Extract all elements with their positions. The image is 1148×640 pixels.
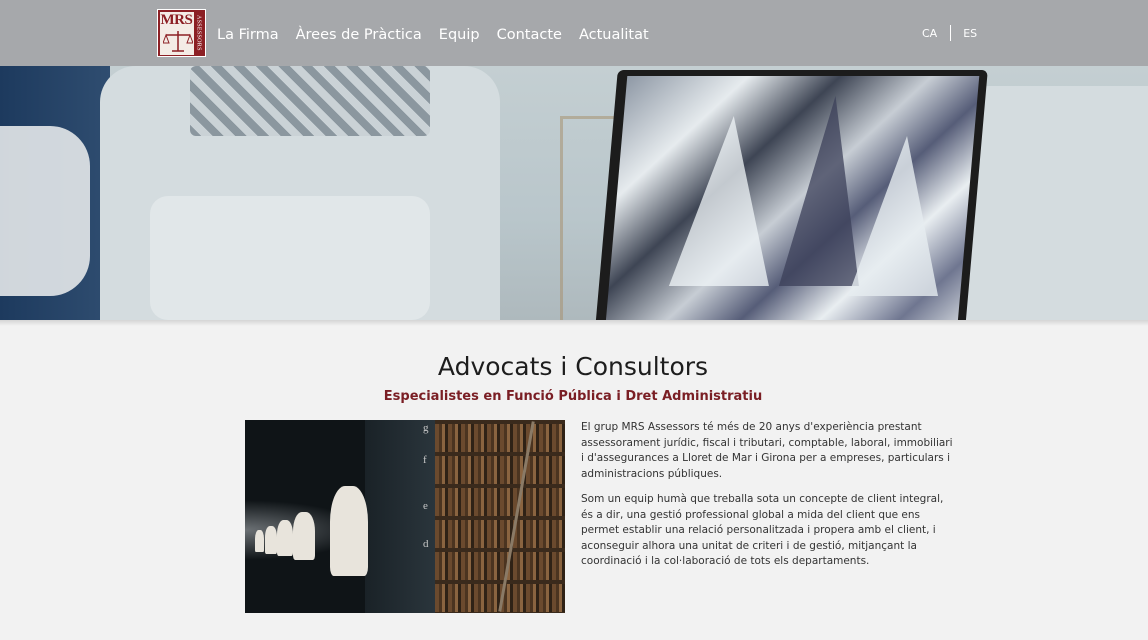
photo-bust	[293, 512, 315, 560]
logo-emblem: MRS ASSESSORS	[159, 11, 204, 55]
hero-laptop	[594, 70, 988, 320]
logo-text: MRS	[160, 11, 193, 28]
logo[interactable]: MRS ASSESSORS	[157, 9, 206, 57]
shelf-letter: f	[423, 454, 427, 466]
nav-equip[interactable]: Equip	[439, 27, 480, 43]
lang-es[interactable]: ES	[963, 27, 977, 40]
photo-shelf-letters: g f e d	[421, 420, 435, 613]
intro-paragraph: El grup MRS Assessors té més de 20 anys …	[581, 421, 953, 480]
language-switcher: CA ES	[922, 25, 977, 41]
hero-shadow	[0, 320, 1148, 326]
photo-bookshelves	[435, 420, 565, 613]
hero-bg-throw	[0, 126, 90, 296]
shelf-letter: e	[423, 500, 428, 512]
logo-side-text: ASSESSORS	[193, 11, 204, 55]
hero-crystal	[848, 136, 953, 296]
nav-la-firma[interactable]: La Firma	[217, 27, 279, 43]
page-title: Advocats i Consultors	[437, 352, 709, 381]
photo-bust	[330, 486, 368, 576]
photo-bust	[255, 530, 264, 552]
hero-slider	[0, 66, 1148, 320]
shelf-letter: g	[423, 422, 429, 434]
lang-ca[interactable]: CA	[922, 27, 937, 40]
nav-contacte[interactable]: Contacte	[497, 27, 562, 43]
photo-bust	[277, 520, 293, 556]
photo-bust	[265, 526, 277, 554]
scale-icon	[162, 30, 193, 52]
library-photo: g f e d	[245, 420, 565, 613]
nav-actualitat[interactable]: Actualitat	[579, 27, 649, 43]
hero-bg-cushion	[190, 66, 430, 136]
hero-bg-sofa-seat	[150, 196, 430, 320]
page-subtitle: Especialistes en Funció Pública i Dret A…	[383, 389, 763, 404]
shelf-letter: d	[423, 538, 429, 550]
lang-divider	[950, 25, 952, 41]
hero-laptop-screen	[604, 76, 980, 320]
main-nav: La Firma Àrees de Pràctica Equip Contact…	[217, 27, 649, 43]
intro-text: El grup MRS Assessors té més de 20 anys …	[581, 420, 953, 580]
hero-bg-armchair	[960, 86, 1148, 320]
site-header: MRS ASSESSORS La Firma Àrees de Pràctica…	[0, 0, 1148, 66]
hero-crystal	[668, 116, 784, 286]
intro-paragraph: Som un equip humà que treballa sota un c…	[581, 493, 944, 567]
nav-arees-de-practica[interactable]: Àrees de Pràctica	[296, 27, 422, 43]
